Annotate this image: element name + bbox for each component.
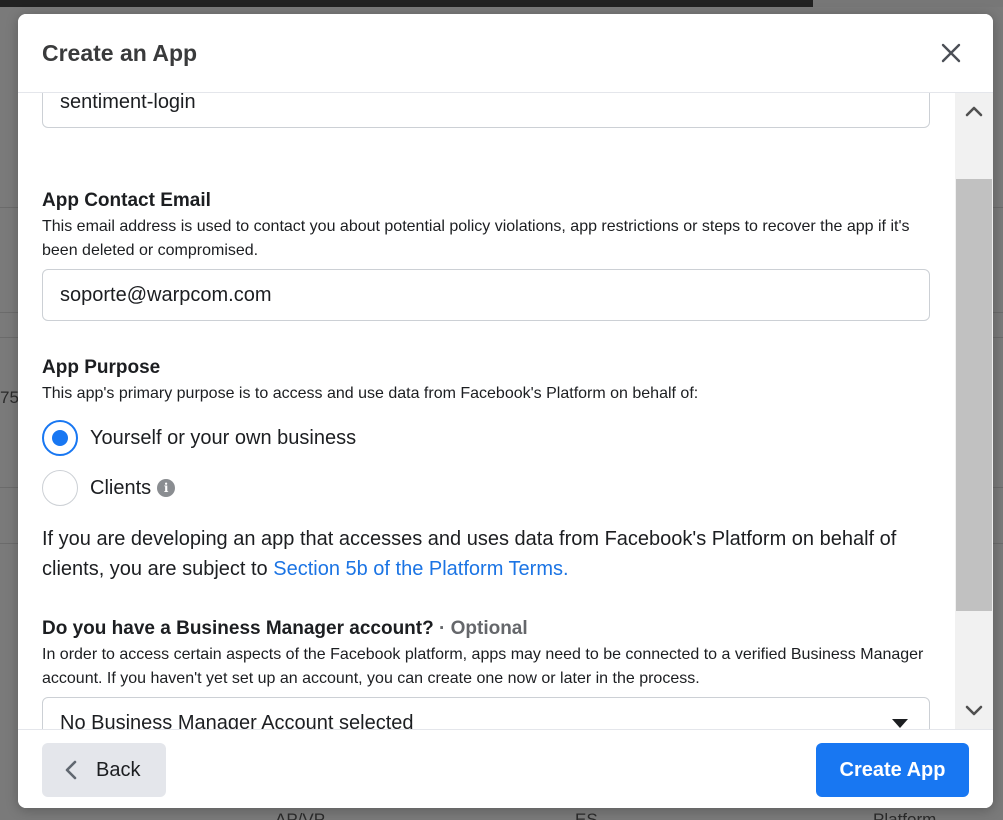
business-manager-helper: In order to access certain aspects of th… — [42, 646, 924, 687]
background-text: ES — [575, 810, 598, 820]
contact-email-input[interactable]: soporte@warpcom.com — [42, 269, 930, 321]
background-text: AP/VP — [275, 810, 326, 820]
contact-email-helper: This email address is used to contact yo… — [42, 218, 910, 259]
background-top-tab — [813, 0, 1003, 7]
app-name-value: sentiment-login — [60, 93, 196, 113]
optional-tag: · Optional — [439, 618, 528, 639]
dialog-title: Create an App — [42, 40, 198, 66]
create-app-button-label: Create App — [839, 758, 946, 781]
business-manager-select[interactable]: No Business Manager Account selected — [42, 697, 930, 729]
chevron-up-icon — [965, 106, 983, 117]
radio-yourself[interactable] — [42, 420, 78, 456]
app-name-input[interactable]: sentiment-login — [42, 93, 930, 128]
contact-email-title: App Contact Email — [42, 190, 211, 211]
info-icon[interactable]: i — [157, 479, 176, 497]
business-manager-title: Do you have a Business Manager account? … — [42, 618, 528, 640]
scroll-down-button[interactable] — [955, 693, 993, 729]
back-button[interactable]: Back — [42, 743, 166, 797]
purpose-option-clients[interactable]: Clients i — [42, 470, 176, 506]
contact-email-value: soporte@warpcom.com — [60, 283, 272, 306]
background-text: 75 — [0, 388, 19, 407]
background-text: Platform — [873, 810, 937, 820]
create-app-button[interactable]: Create App — [816, 743, 969, 797]
radio-yourself-label: Yourself or your own business — [90, 426, 357, 449]
dialog-scrollbar[interactable] — [955, 93, 993, 729]
scroll-up-button[interactable] — [955, 93, 993, 129]
dialog-footer: Back Create App — [18, 729, 993, 808]
back-button-label: Back — [96, 758, 141, 781]
dialog-body[interactable]: sentiment-login App Contact Email This e… — [18, 93, 993, 729]
radio-clients[interactable] — [42, 470, 78, 506]
app-purpose-helper: This app's primary purpose is to access … — [42, 385, 699, 402]
purpose-option-yourself[interactable]: Yourself or your own business — [42, 420, 356, 456]
create-app-dialog: Create an App sentiment-login App Contac… — [18, 14, 993, 808]
close-icon — [941, 43, 961, 63]
scroll-thumb[interactable] — [956, 179, 992, 611]
caret-down-icon — [892, 718, 908, 728]
business-manager-selected: No Business Manager Account selected — [60, 711, 414, 730]
close-button[interactable] — [934, 36, 968, 70]
chevron-down-icon — [965, 705, 983, 716]
platform-terms-note: If you are developing an app that access… — [42, 524, 930, 584]
dialog-header: Create an App — [18, 14, 993, 93]
radio-clients-label: Clients — [90, 476, 152, 499]
business-manager-question: Do you have a Business Manager account? — [42, 618, 434, 639]
platform-terms-link[interactable]: Section 5b of the Platform Terms. — [273, 558, 568, 580]
chevron-left-icon — [64, 758, 82, 782]
app-purpose-title: App Purpose — [42, 357, 161, 378]
